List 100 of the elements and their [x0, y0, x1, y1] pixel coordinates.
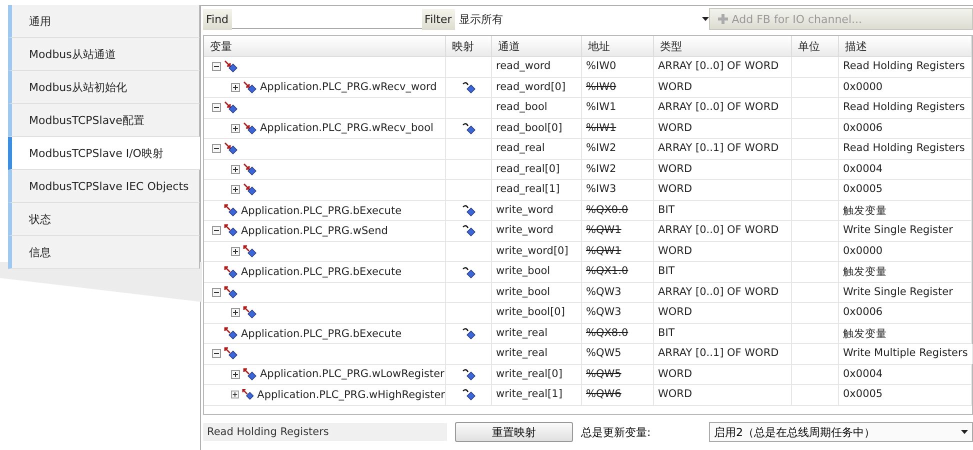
expand-icon[interactable]: [231, 308, 240, 318]
type-cell: BIT: [654, 324, 792, 344]
address-cell: %IW2: [582, 160, 654, 179]
expand-icon[interactable]: [231, 124, 240, 133]
description-cell: 0x0000: [839, 78, 972, 97]
column-header[interactable]: 单位: [792, 36, 839, 57]
address-cell: %IW0: [582, 78, 654, 97]
variable-name: Application.PLC_PRG.wRecv_word: [260, 81, 437, 94]
mapping-icon: [462, 224, 476, 238]
channel-cell: read_real[0]: [492, 160, 582, 179]
column-header[interactable]: 通道: [492, 36, 582, 57]
collapse-icon[interactable]: [212, 288, 221, 297]
variable-name: Application.PLC_PRG.bExecute: [241, 266, 402, 278]
description-cell: 0x0004: [839, 364, 972, 384]
type-cell: BIT: [654, 200, 792, 220]
expand-icon[interactable]: [231, 246, 240, 256]
description-cell: 0x0006: [839, 303, 972, 322]
address-cell: %QX1.0: [582, 262, 654, 282]
channel-cell: write_real[1]: [492, 385, 582, 404]
address-cell: %IW3: [582, 180, 654, 200]
sidebar-tab[interactable]: 信息: [8, 236, 200, 269]
description-cell: Write Single Register: [839, 221, 972, 240]
type-cell: WORD: [654, 78, 792, 97]
channel-cell: write_real: [492, 344, 582, 364]
channel-cell: read_word: [492, 57, 582, 76]
collapse-icon[interactable]: [212, 103, 221, 112]
reset-mapping-button[interactable]: 重置映射: [455, 422, 573, 442]
expand-icon[interactable]: [231, 370, 240, 379]
sidebar-tab[interactable]: ModbusTCPSlave IEC Objects: [8, 170, 200, 203]
expand-icon[interactable]: [231, 164, 240, 174]
column-header[interactable]: 变量: [204, 36, 446, 57]
column-header[interactable]: 描述: [839, 36, 972, 57]
find-label: Find: [203, 8, 232, 30]
type-cell: BIT: [654, 262, 792, 282]
address-cell: %QX0.0: [582, 200, 654, 220]
address-cell: %QW1: [582, 221, 654, 240]
description-cell: 0x0000: [839, 242, 972, 261]
channel-cell: read_real: [492, 139, 582, 158]
address-cell: %QW5: [582, 344, 654, 364]
collapse-icon[interactable]: [212, 349, 221, 358]
description-cell: Read Holding Registers: [839, 98, 972, 118]
description-cell: 0x0006: [839, 118, 972, 138]
collapse-icon[interactable]: [212, 144, 221, 154]
sidebar-tab[interactable]: 通用: [8, 5, 200, 38]
column-header[interactable]: 地址: [582, 36, 654, 57]
variable-name: Application.PLC_PRG.wSend: [241, 224, 388, 237]
mapping-icon: [462, 204, 476, 217]
column-header[interactable]: 类型: [654, 36, 792, 57]
type-cell: WORD: [654, 180, 792, 200]
address-cell: %QW1: [582, 242, 654, 261]
mapping-icon: [462, 368, 476, 381]
sidebar-tab[interactable]: Modbus从站初始化: [8, 71, 200, 104]
mapping-icon: [462, 266, 476, 278]
variable-name: Application.PLC_PRG.wHighRegister: [257, 388, 445, 401]
type-cell: WORD: [654, 364, 792, 384]
sidebar-tab[interactable]: ModbusTCPSlave配置: [8, 104, 200, 137]
description-cell: 触发变量: [839, 262, 972, 282]
variable-name: Application.PLC_PRG.bExecute: [241, 204, 402, 216]
type-cell: ARRAY [0..1] OF WORD: [654, 344, 792, 364]
channel-cell: read_real[1]: [492, 180, 582, 200]
sidebar-tab[interactable]: Modbus从站通道: [8, 38, 200, 71]
description-field: Read Holding Registers: [203, 423, 447, 441]
expand-icon[interactable]: [231, 390, 239, 400]
description-cell: 触发变量: [839, 200, 972, 220]
find-field[interactable]: [232, 10, 422, 28]
address-cell: %IW1: [582, 98, 654, 118]
filter-dropdown[interactable]: 显示所有: [454, 12, 709, 26]
channel-cell: write_word: [492, 221, 582, 240]
channel-cell: write_word[0]: [492, 242, 582, 261]
mapping-icon: [462, 80, 476, 94]
channel-cell: read_word[0]: [492, 78, 582, 97]
mapping-icon: [462, 327, 476, 340]
caret-icon: [702, 17, 709, 21]
update-label: 总是更新变量:: [581, 424, 652, 440]
type-cell: WORD: [654, 118, 792, 138]
collapse-icon[interactable]: [212, 62, 221, 72]
channel-cell: write_bool: [492, 262, 582, 282]
expand-icon[interactable]: [231, 82, 240, 92]
type-cell: ARRAY [0..1] OF WORD: [654, 139, 792, 158]
channel-cell: write_real[0]: [492, 364, 582, 384]
type-cell: ARRAY [0..0] OF WORD: [654, 98, 792, 118]
variable-name: Application.PLC_PRG.wRecv_bool: [260, 122, 434, 134]
type-cell: WORD: [654, 303, 792, 322]
channel-cell: read_bool: [492, 98, 582, 118]
plus-icon: [718, 14, 728, 24]
description-cell: Read Holding Registers: [839, 57, 972, 76]
description-cell: Read Holding Registers: [839, 139, 972, 158]
sidebar-tab[interactable]: 状态: [8, 203, 200, 236]
sidebar-tab[interactable]: ModbusTCPSlave I/O映射: [8, 137, 200, 170]
collapse-icon[interactable]: [212, 226, 221, 236]
address-cell: %IW1: [582, 118, 654, 138]
expand-icon[interactable]: [231, 185, 240, 194]
column-header[interactable]: 映射: [446, 36, 492, 57]
channel-cell: write_real: [492, 324, 582, 344]
type-cell: WORD: [654, 160, 792, 179]
type-cell: ARRAY [0..0] OF WORD: [654, 282, 792, 302]
description-cell: 0x0004: [839, 160, 972, 179]
filter-label: Filter: [422, 8, 455, 30]
update-dropdown[interactable]: 启用2（总是在总线周期任务中）: [709, 422, 973, 442]
description-cell: Write Multiple Registers: [839, 344, 973, 364]
